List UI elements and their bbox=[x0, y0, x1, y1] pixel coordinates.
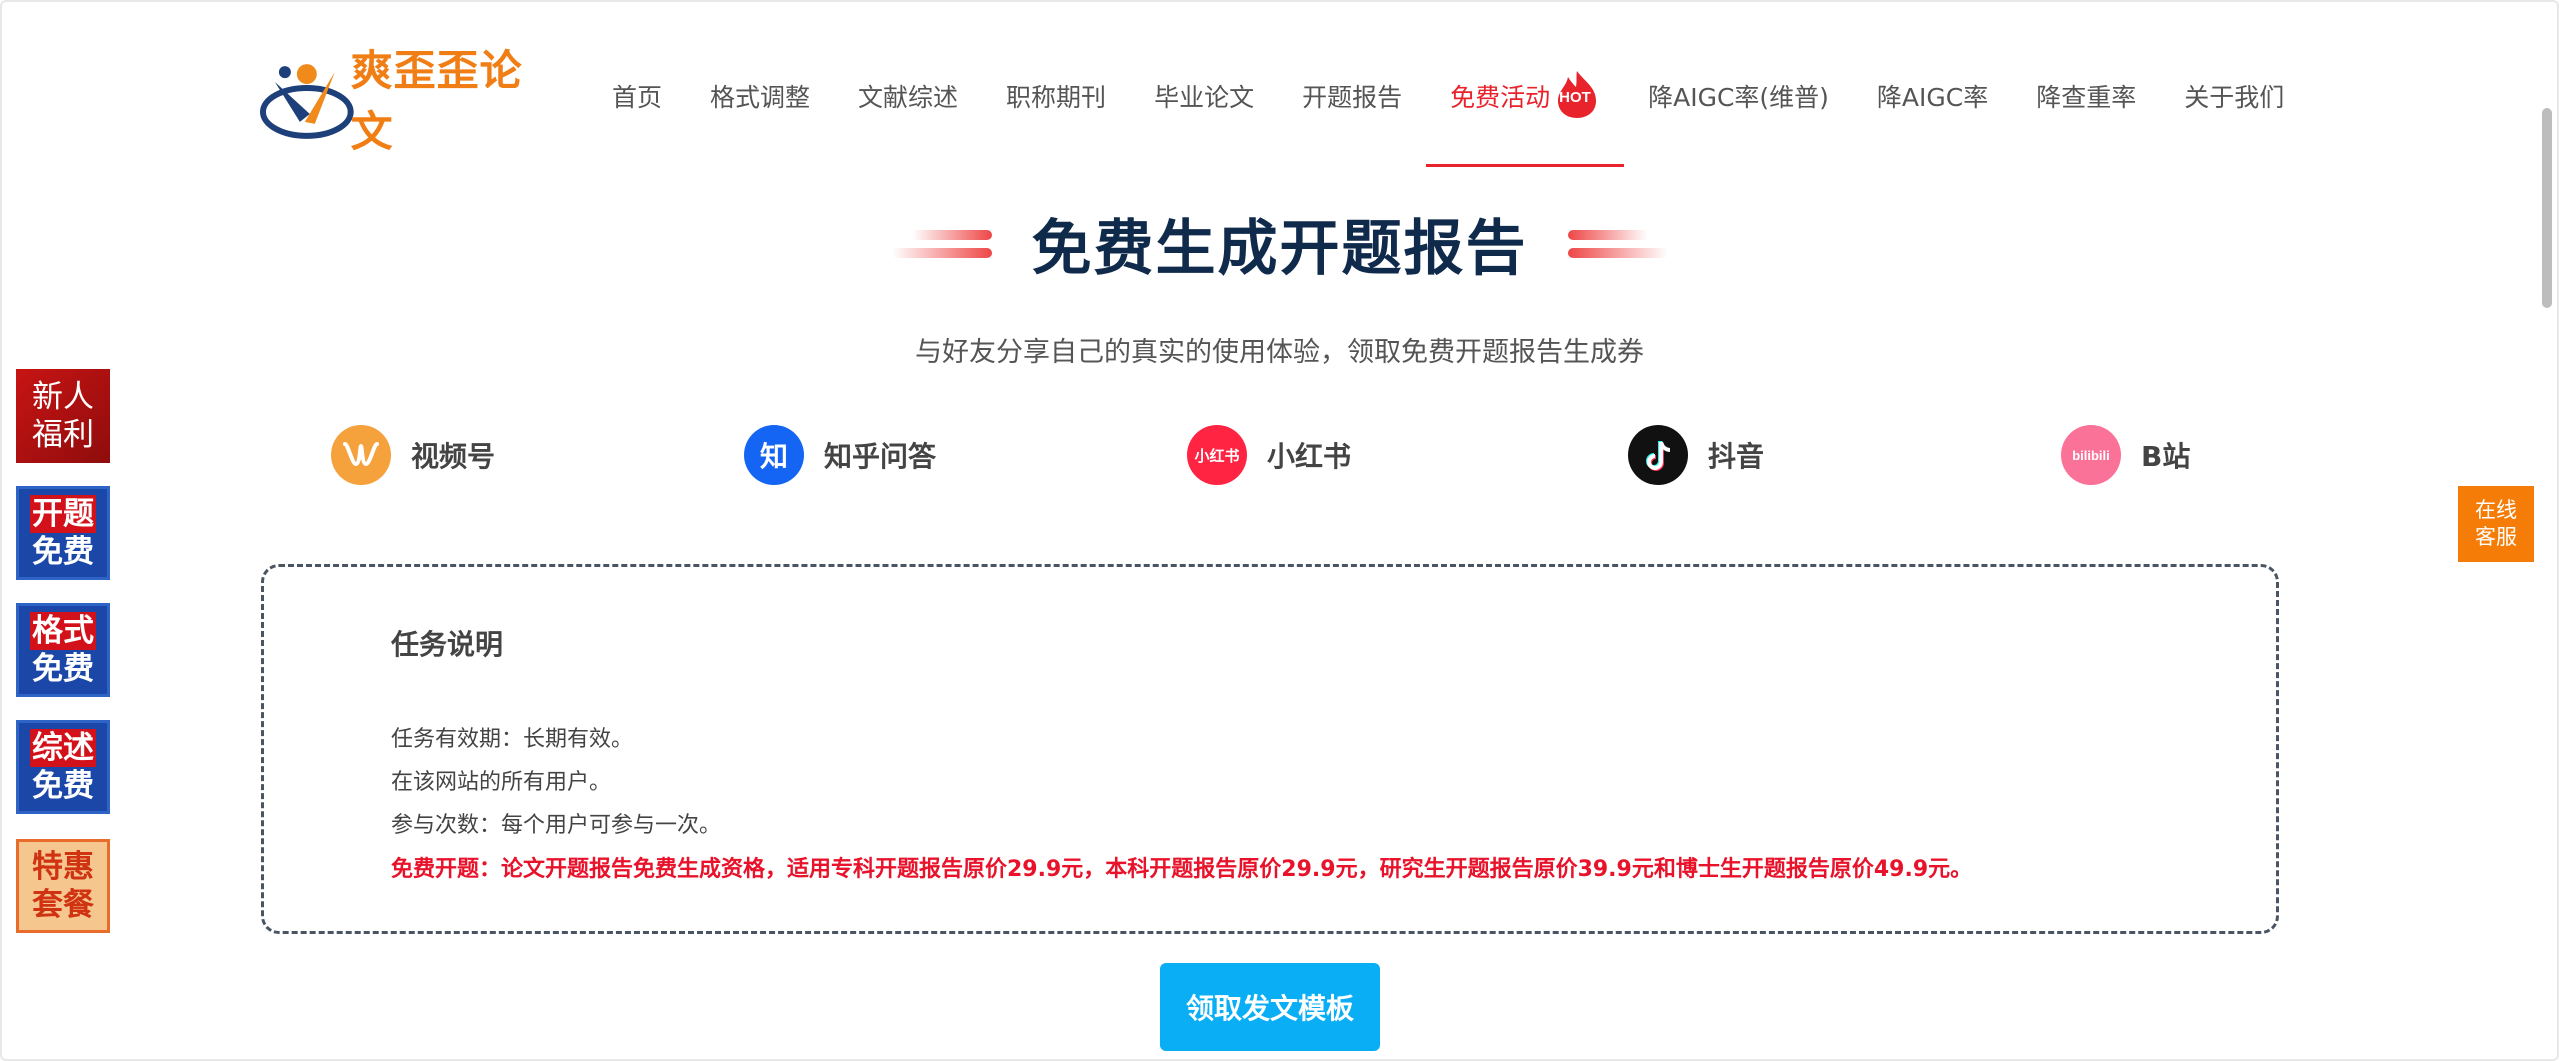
platform-label: 抖音 bbox=[1708, 440, 1765, 473]
title-decoration-right bbox=[1567, 224, 1668, 264]
badge-line: 特惠 bbox=[32, 849, 94, 885]
platform-zhihu[interactable]: 知 知乎问答 bbox=[744, 423, 936, 487]
badge-line: 免费 bbox=[32, 651, 94, 687]
side-badge-free-format[interactable]: 格式 免费 bbox=[16, 603, 110, 697]
xiaohongshu-icon: 小红书 bbox=[1187, 425, 1247, 485]
platform-wechat-channels[interactable]: 视频号 bbox=[331, 423, 495, 487]
online-service-button[interactable]: 在线 客服 bbox=[2458, 486, 2534, 562]
side-badge-special-package[interactable]: 特惠 套餐 bbox=[16, 839, 110, 933]
side-badge-newbie-welfare[interactable]: 新人 福利 bbox=[16, 369, 110, 463]
platform-xiaohongshu[interactable]: 小红书 小红书 bbox=[1187, 423, 1351, 487]
platform-label: 视频号 bbox=[411, 440, 496, 473]
badge-line: 福利 bbox=[32, 417, 94, 453]
task-description-card: 任务说明 任务有效期：长期有效。 在该网站的所有用户。 参与次数：每个用户可参与… bbox=[261, 564, 2279, 934]
task-title: 任务说明 bbox=[391, 628, 504, 661]
bilibili-icon: bilibili bbox=[2061, 425, 2121, 485]
title-decoration-left bbox=[891, 224, 992, 264]
service-label: 客服 bbox=[2475, 525, 2517, 549]
zhihu-icon: 知 bbox=[744, 425, 804, 485]
page-title: 免费生成开题报告 bbox=[1031, 214, 1528, 284]
site-logo[interactable]: 爽歪歪论文 bbox=[255, 46, 565, 156]
nav-item-format[interactable]: 格式调整 bbox=[686, 60, 834, 136]
page-scrollbar[interactable] bbox=[2538, 0, 2556, 1061]
badge-line: 免费 bbox=[32, 768, 94, 804]
task-audience: 在该网站的所有用户。 bbox=[391, 770, 612, 795]
nav-item-about[interactable]: 关于我们 bbox=[2160, 60, 2308, 136]
hot-fire-icon: HOT bbox=[1554, 69, 1600, 119]
side-badge-free-proposal[interactable]: 开题 免费 bbox=[16, 486, 110, 580]
logo-text: 爽歪歪论文 bbox=[350, 46, 523, 156]
wechat-channels-icon bbox=[331, 425, 391, 485]
platform-bilibili[interactable]: bilibili B站 bbox=[2061, 423, 2190, 487]
nav-item-proposal[interactable]: 开题报告 bbox=[1278, 60, 1426, 136]
badge-line: 开题 bbox=[30, 495, 96, 533]
badge-line: 新人 bbox=[32, 379, 94, 415]
platform-label: 小红书 bbox=[1267, 440, 1352, 473]
platform-douyin[interactable]: 抖音 bbox=[1628, 423, 1764, 487]
nav-item-free-activity-label: 免费活动 bbox=[1450, 83, 1551, 112]
badge-line: 综述 bbox=[30, 729, 96, 767]
logo-mascot-icon bbox=[259, 64, 354, 139]
nav-item-reduce-aigc-vip[interactable]: 降AIGC率(维普) bbox=[1624, 60, 1853, 136]
page-title-row: 免费生成开题报告 bbox=[0, 200, 2559, 287]
platform-label: B站 bbox=[2141, 440, 2191, 473]
task-participation: 参与次数：每个用户可参与一次。 bbox=[391, 813, 722, 838]
main-nav: 首页 格式调整 文献综述 职称期刊 毕业论文 开题报告 免费活动 HOT 降AIG… bbox=[588, 60, 2308, 170]
nav-item-graduation-thesis[interactable]: 毕业论文 bbox=[1130, 60, 1278, 136]
nav-item-literature-review[interactable]: 文献综述 bbox=[834, 60, 982, 136]
platform-label: 知乎问答 bbox=[824, 440, 937, 473]
nav-item-journals[interactable]: 职称期刊 bbox=[982, 60, 1130, 136]
page-subtitle: 与好友分享自己的真实的使用体验，领取免费开题报告生成券 bbox=[915, 337, 1644, 368]
service-label: 在线 bbox=[2475, 498, 2517, 522]
nav-item-home[interactable]: 首页 bbox=[588, 60, 686, 136]
task-validity: 任务有效期：长期有效。 bbox=[391, 727, 634, 752]
nav-item-free-activity[interactable]: 免费活动 HOT bbox=[1426, 60, 1625, 167]
douyin-icon bbox=[1628, 425, 1688, 485]
get-template-button[interactable]: 领取发文模板 bbox=[1160, 963, 1380, 1051]
badge-line: 格式 bbox=[30, 612, 96, 650]
badge-line: 套餐 bbox=[32, 887, 94, 923]
badge-line: 免费 bbox=[32, 534, 94, 570]
nav-item-reduce-duplicate[interactable]: 降查重率 bbox=[2012, 60, 2160, 136]
nav-item-reduce-aigc[interactable]: 降AIGC率 bbox=[1853, 60, 2012, 136]
platform-list: 视频号 知 知乎问答 小红书 小红书 抖音 bilibili B站 bbox=[0, 423, 2559, 487]
side-badge-free-review[interactable]: 综述 免费 bbox=[16, 720, 110, 814]
task-free-offer: 免费开题：论文开题报告免费生成资格，适用专科开题报告原价29.9元，本科开题报告… bbox=[391, 857, 1973, 882]
scrollbar-thumb[interactable] bbox=[2542, 108, 2552, 308]
